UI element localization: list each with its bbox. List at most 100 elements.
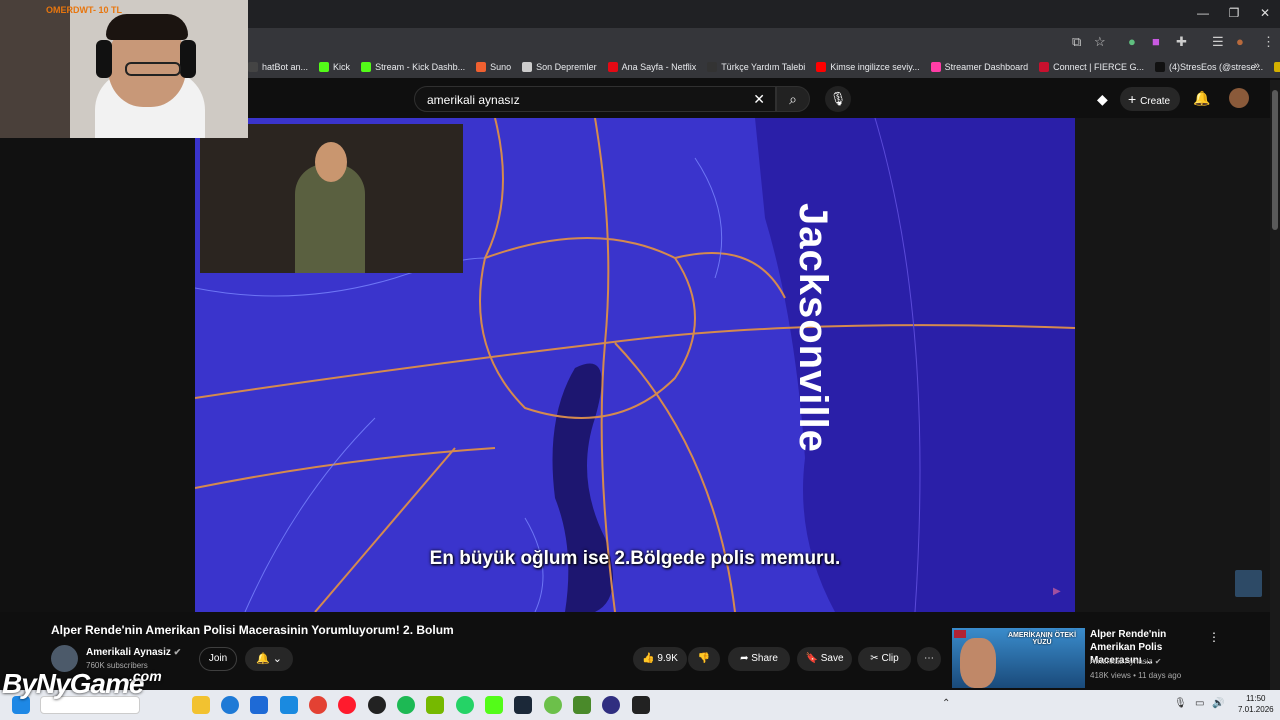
page-scrollbar[interactable]	[1270, 80, 1280, 690]
system-clock[interactable]: 11:50 7.01.2026	[1238, 693, 1274, 715]
verified-badge-icon: ✔	[1154, 657, 1162, 666]
mini-thumbnail[interactable]	[1235, 570, 1262, 597]
obs-icon[interactable]	[602, 696, 620, 714]
more-icon: ⋯	[924, 653, 934, 664]
subscribe-notification-button[interactable]: 🔔 ⌄	[245, 647, 293, 671]
bookmark-item[interactable]: Stream - Kick Dashb...	[361, 62, 465, 72]
clock-date: 7.01.2026	[1238, 705, 1274, 714]
duolingo-icon[interactable]	[544, 696, 562, 714]
recommended-menu-icon[interactable]: ⋮	[1208, 630, 1220, 644]
bookmark-favicon-icon	[1274, 62, 1280, 72]
bookmark-label: Connect | FIERCE G...	[1053, 62, 1145, 72]
bookmarks-overflow-icon[interactable]: »	[1254, 60, 1260, 72]
minecraft-icon[interactable]	[573, 696, 591, 714]
thumbs-down-icon: 👎	[697, 653, 711, 664]
app-icon[interactable]	[368, 696, 386, 714]
store-icon[interactable]	[250, 696, 268, 714]
chrome-menu-icon[interactable]: ⋮	[1262, 34, 1275, 50]
reading-list-icon[interactable]: ☰	[1212, 34, 1224, 50]
chrome-icon[interactable]	[309, 696, 327, 714]
bookmark-item[interactable]: Kick	[319, 62, 350, 72]
video-subtitle: En büyük oğlum ise 2.Bölgede polis memur…	[429, 548, 841, 569]
channel-name-link[interactable]: Amerikali Aynasiz ✔	[86, 647, 181, 658]
account-avatar[interactable]	[1229, 88, 1249, 108]
verified-badge-icon: ✔	[173, 647, 182, 657]
bookmark-item[interactable]: (4)StresEos (@strese...	[1155, 62, 1263, 72]
bookmark-item[interactable]: Streamer Dashboard	[930, 62, 1029, 72]
scrollbar-thumb[interactable]	[1272, 90, 1278, 230]
close-window-button[interactable]: ✕	[1250, 6, 1280, 20]
person-thumbnail	[960, 638, 996, 688]
bookmark-label: Kimse ingilizce seviy...	[830, 62, 920, 72]
extension-icon[interactable]: ●	[1128, 34, 1136, 49]
clear-search-icon[interactable]: ✕	[753, 91, 765, 108]
like-count: 9.9K	[657, 653, 678, 664]
donation-alert: OMERDWT- 10 TL	[46, 5, 122, 15]
bookmark-item[interactable]: Türkçe Yardım Talebi	[707, 62, 805, 72]
search-button[interactable]: ⌕	[776, 86, 810, 112]
notifications-bell-icon[interactable]: 🔔	[1193, 90, 1210, 107]
create-label: Create	[1140, 96, 1171, 107]
bookmark-favicon-icon	[522, 62, 533, 72]
save-button[interactable]: 🔖 Save	[797, 647, 852, 671]
share-button[interactable]: ➦ Share	[728, 647, 790, 671]
like-button[interactable]: 👍 9.9K	[633, 647, 687, 671]
recommended-thumbnail[interactable]: AMERİKANIN ÖTEKİ YÜZÜ	[952, 628, 1085, 688]
chat-icon[interactable]: ◆	[1097, 91, 1108, 108]
bookmark-item[interactable]: Kimse ingilizce seviy...	[816, 62, 920, 72]
network-icon[interactable]: ▭	[1195, 698, 1204, 709]
recommended-meta: 418K views • 11 days ago	[1090, 671, 1182, 680]
bookmark-item[interactable]: Suno	[476, 62, 511, 72]
bookmark-item[interactable]: hatBot an...	[248, 62, 308, 72]
maximize-button[interactable]: ❐	[1219, 6, 1249, 20]
bookmark-label: Son Depremler	[536, 62, 597, 72]
voice-search-button[interactable]: 🎙	[825, 86, 851, 112]
streamer-camera-overlay	[200, 124, 463, 273]
search-input[interactable]: amerikali aynasız ✕	[414, 86, 776, 112]
video-player[interactable]: Jacksonville ▶	[195, 118, 1075, 612]
file-explorer-icon[interactable]	[192, 696, 210, 714]
share-label: Share	[751, 653, 778, 664]
create-button[interactable]: + Create	[1120, 87, 1180, 111]
search-input-value: amerikali aynasız	[427, 93, 520, 107]
extension-icon[interactable]: ■	[1152, 34, 1160, 49]
microphone-tray-icon[interactable]: 🎙	[1174, 698, 1187, 709]
bookmark-item[interactable]: Son Depremler	[522, 62, 597, 72]
chevron-down-icon: ⌄	[269, 653, 282, 665]
more-actions-button[interactable]: ⋯	[917, 647, 941, 671]
bookmark-star-icon[interactable]: ☆	[1094, 34, 1106, 50]
clock-time: 11:50	[1246, 694, 1266, 703]
us-flag-icon	[954, 630, 966, 638]
left-margin	[0, 118, 195, 612]
epic-games-icon[interactable]	[632, 696, 650, 714]
edge-icon[interactable]	[221, 696, 239, 714]
spotify-icon[interactable]	[397, 696, 415, 714]
profile-avatar-icon[interactable]: ●	[1236, 34, 1244, 49]
whatsapp-icon[interactable]	[456, 696, 474, 714]
extensions-puzzle-icon[interactable]: ✚	[1176, 34, 1187, 50]
kick-icon[interactable]	[485, 696, 503, 714]
bookmark-item[interactable]: Anasayfa	[1274, 62, 1280, 72]
nvidia-icon[interactable]	[426, 696, 444, 714]
opera-icon[interactable]	[338, 696, 356, 714]
bell-icon: 🔔	[256, 653, 270, 665]
steam-icon[interactable]	[514, 696, 532, 714]
join-button[interactable]: Join	[199, 647, 237, 671]
bookmark-favicon-icon	[319, 62, 330, 72]
minimize-button[interactable]: —	[1188, 6, 1218, 20]
bookmark-label: Streamer Dashboard	[944, 62, 1029, 72]
recommended-channel[interactable]: Amerikali Aynasiz ✔	[1090, 657, 1161, 666]
headphone-left-icon	[96, 40, 112, 78]
dislike-button[interactable]: 👎	[688, 647, 720, 671]
volume-icon[interactable]: 🔊	[1212, 698, 1224, 709]
bookmark-item[interactable]: Ana Sayfa - Netflix	[607, 62, 696, 72]
search-icon: ⌕	[789, 91, 797, 107]
tray-chevron-up-icon[interactable]: ⌃	[942, 698, 950, 709]
bookmark-item[interactable]: Connect | FIERCE G...	[1039, 62, 1144, 72]
outlook-icon[interactable]	[280, 696, 298, 714]
thumbnail-text: AMERİKANIN ÖTEKİ YÜZÜ	[1007, 632, 1077, 646]
bookmark-favicon-icon	[361, 62, 372, 72]
clip-label: Clip	[881, 653, 899, 664]
install-app-icon[interactable]: ⧉	[1072, 34, 1081, 50]
clip-button[interactable]: ✂ Clip	[858, 647, 911, 671]
